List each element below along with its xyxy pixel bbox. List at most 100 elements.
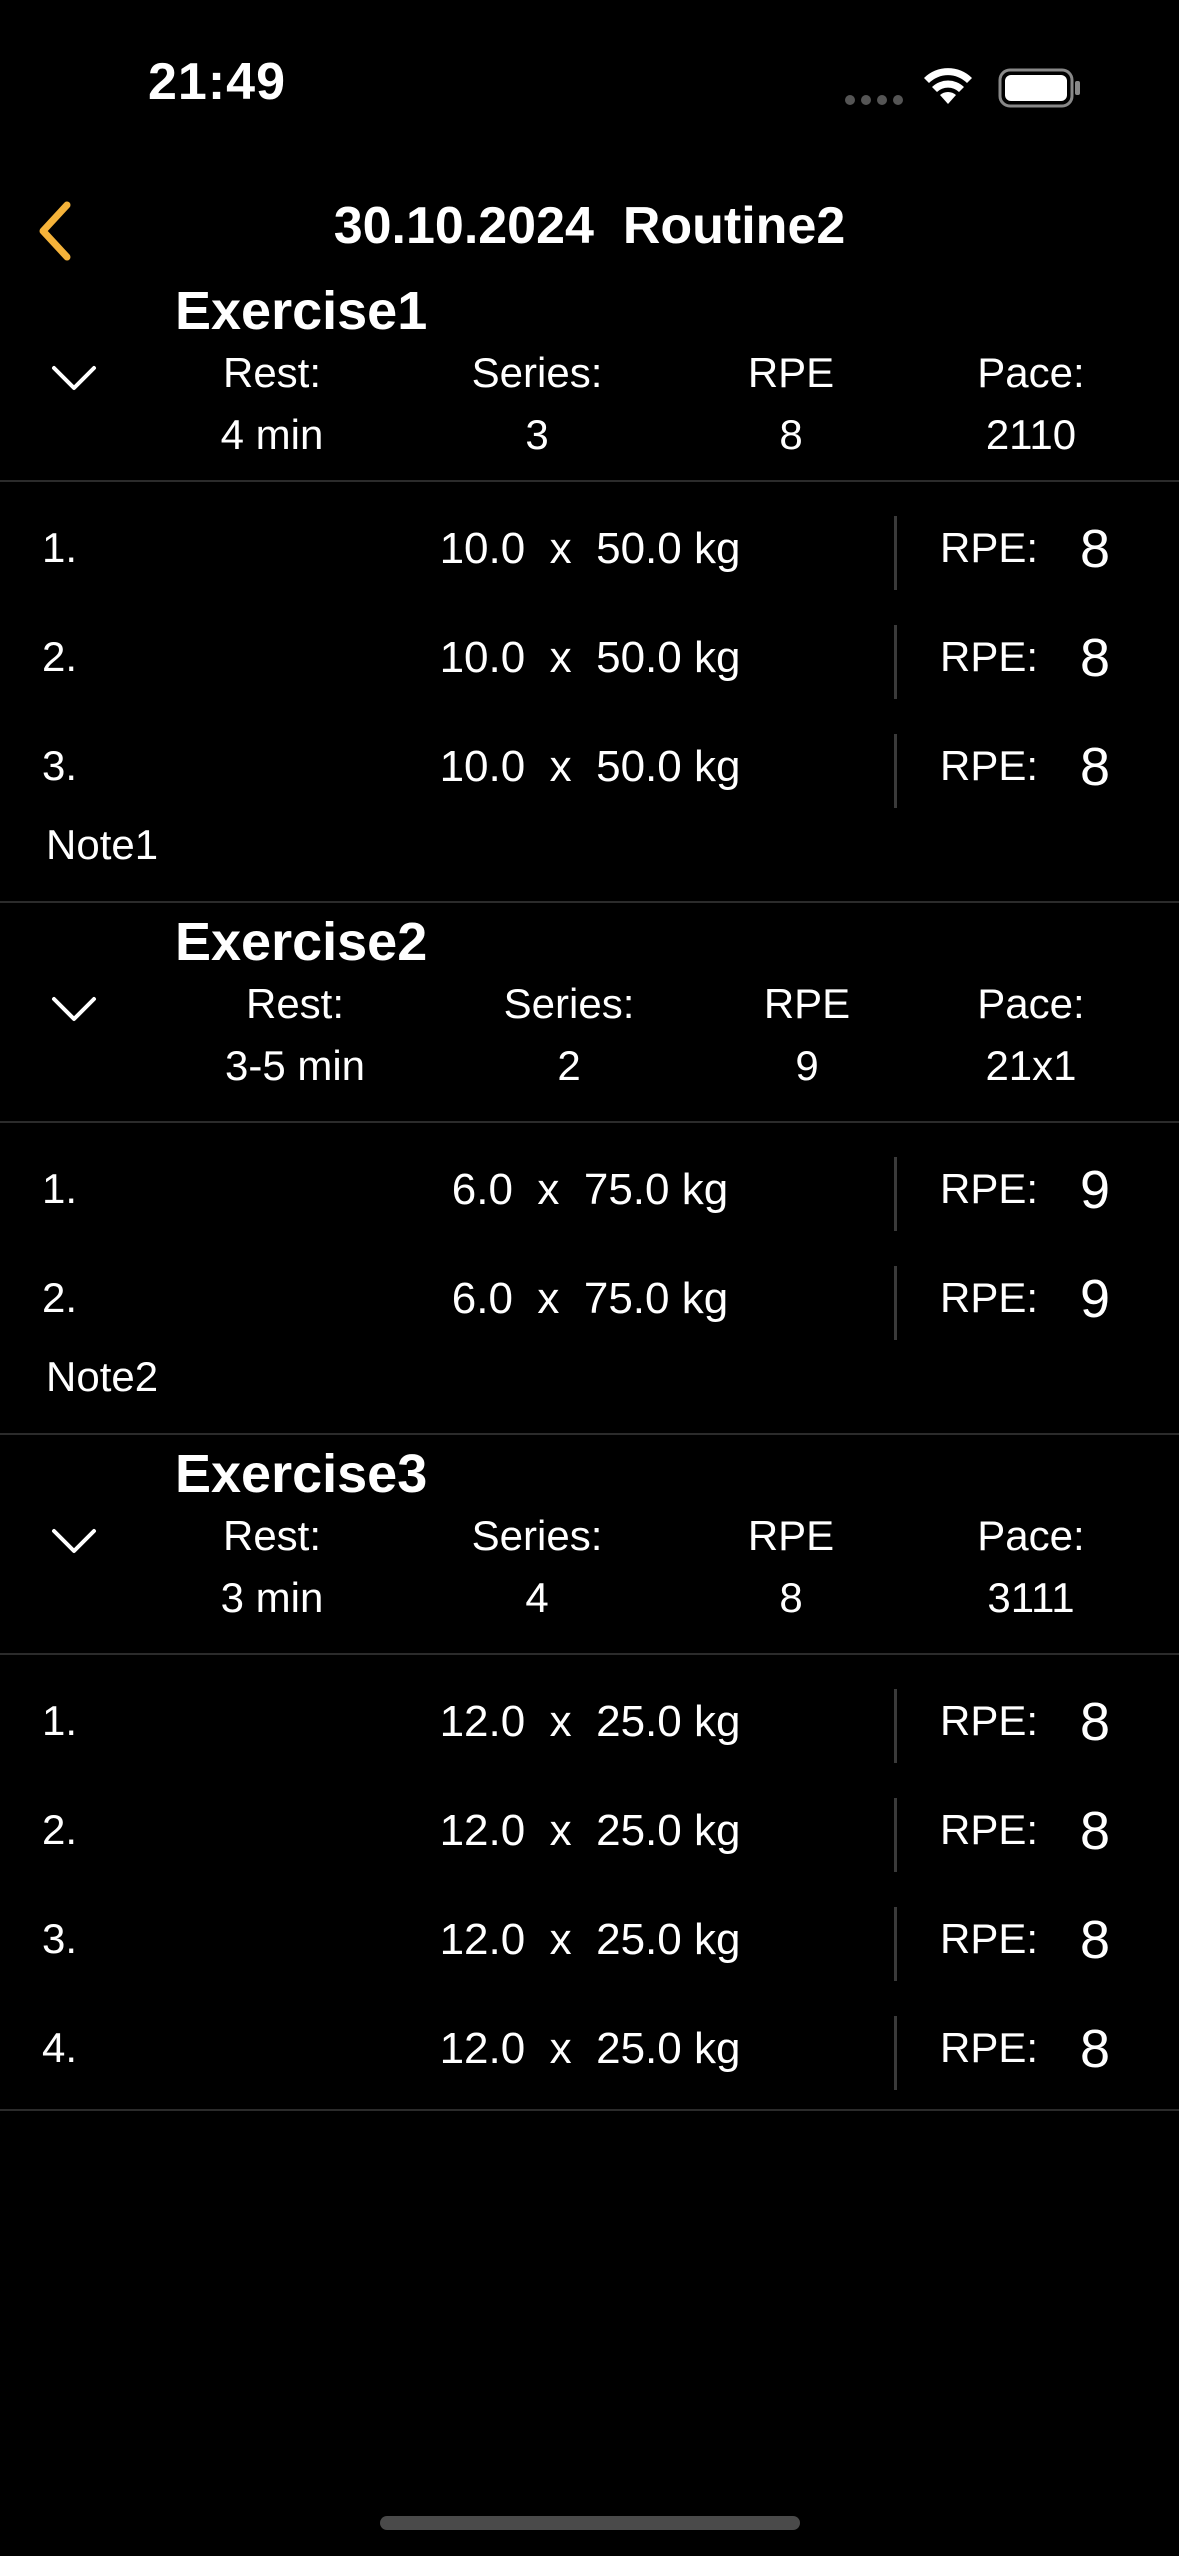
series-label: Series: <box>503 980 635 1027</box>
chevron-down-icon[interactable] <box>46 981 102 1037</box>
rest-label: Rest: <box>222 349 322 396</box>
rest-label: Rest: <box>222 1512 322 1559</box>
rpe-label: RPE <box>747 1512 835 1559</box>
navigation-bar: 30.10.2024 Routine2 <box>0 180 1179 280</box>
home-indicator[interactable] <box>380 2516 800 2530</box>
divider <box>894 1907 897 1981</box>
set-row[interactable]: 1. 12.0 x 25.0 kg RPE: 8 <box>0 1667 1179 1776</box>
set-list: 1. 6.0 x 75.0 kg RPE: 9 2. 6.0 x 75.0 kg… <box>0 1123 1179 1353</box>
exercise-header[interactable]: Exercise1 Rest: 4 min Series: 3 RPE 8 Pa… <box>0 280 1179 482</box>
rpe-value: 8 <box>779 411 803 458</box>
rpe-value: 9 <box>795 1042 819 1089</box>
pace-stat: Pace: 2110 <box>911 342 1151 466</box>
exercise-card: Exercise3 Rest: 3 min Series: 4 RPE 8 Pa… <box>0 1441 1179 2111</box>
series-stat: Series: 2 <box>449 973 689 1097</box>
series-label: Series: <box>471 349 603 396</box>
set-number: 2. <box>42 1806 78 1853</box>
note-text: Note2 <box>46 1353 159 1400</box>
set-rpe-label: RPE: <box>940 2024 1039 2071</box>
pace-label: Pace: <box>977 1512 1085 1559</box>
set-weight: 12.0 x 25.0 kg <box>439 1915 741 1964</box>
set-rpe-label: RPE: <box>940 633 1039 680</box>
series-stat: Series: 3 <box>417 342 657 466</box>
set-row[interactable]: 1. 10.0 x 50.0 kg RPE: 8 <box>0 494 1179 603</box>
pace-value: 2110 <box>985 411 1077 458</box>
rest-value: 3-5 min <box>224 1042 366 1089</box>
pace-value: 21x1 <box>985 1042 1077 1089</box>
divider <box>894 1157 897 1231</box>
exercise-header[interactable]: Exercise2 Rest: 3-5 min Series: 2 RPE 9 … <box>0 909 1179 1123</box>
rpe-label: RPE <box>747 349 835 396</box>
set-weight: 12.0 x 25.0 kg <box>439 1697 741 1746</box>
set-number: 1. <box>42 524 78 571</box>
chevron-down-icon[interactable] <box>46 350 102 406</box>
divider <box>894 1798 897 1872</box>
rest-stat: Rest: 3-5 min <box>175 973 415 1097</box>
set-rpe-label: RPE: <box>940 1274 1039 1321</box>
set-number: 2. <box>42 1274 78 1321</box>
series-label: Series: <box>471 1512 603 1559</box>
set-rpe-label: RPE: <box>940 1915 1039 1962</box>
exercise-name: Exercise1 <box>175 281 428 341</box>
exercise-list: Exercise1 Rest: 4 min Series: 3 RPE 8 Pa… <box>0 280 1179 2111</box>
rpe-label: RPE <box>763 980 851 1027</box>
divider <box>0 2109 1179 2111</box>
rest-stat: Rest: 3 min <box>152 1505 392 1629</box>
rest-stat: Rest: 4 min <box>152 342 392 466</box>
set-rpe-value: 9 <box>1080 1269 1111 1329</box>
series-value: 3 <box>525 411 549 458</box>
set-number: 1. <box>42 1165 78 1212</box>
set-row[interactable]: 1. 6.0 x 75.0 kg RPE: 9 <box>0 1135 1179 1244</box>
set-rpe-value: 9 <box>1080 1160 1111 1220</box>
rpe-stat: RPE 9 <box>687 973 927 1097</box>
exercise-card: Exercise2 Rest: 3-5 min Series: 2 RPE 9 … <box>0 909 1179 1435</box>
set-row[interactable]: 2. 10.0 x 50.0 kg RPE: 8 <box>0 603 1179 712</box>
exercise-card: Exercise1 Rest: 4 min Series: 3 RPE 8 Pa… <box>0 280 1179 903</box>
pace-label: Pace: <box>977 349 1085 396</box>
divider <box>894 516 897 590</box>
divider <box>894 1689 897 1763</box>
pace-value: 3111 <box>987 1574 1075 1621</box>
signal-dots-icon <box>845 95 903 105</box>
set-number: 3. <box>42 1915 78 1962</box>
set-row[interactable]: 3. 10.0 x 50.0 kg RPE: 8 <box>0 712 1179 821</box>
set-rpe-value: 8 <box>1080 2019 1111 2079</box>
pace-stat: Pace: 3111 <box>911 1505 1151 1629</box>
exercise-note: Note1 <box>0 821 1179 903</box>
battery-icon <box>998 68 1082 113</box>
set-number: 1. <box>42 1697 78 1744</box>
set-weight: 12.0 x 25.0 kg <box>439 1806 741 1855</box>
divider <box>894 2016 897 2090</box>
set-row[interactable]: 4. 12.0 x 25.0 kg RPE: 8 <box>0 1994 1179 2103</box>
status-time: 21:49 <box>148 53 286 111</box>
set-rpe-value: 8 <box>1080 1692 1111 1752</box>
rest-label: Rest: <box>245 980 345 1027</box>
status-bar: 21:49 <box>0 0 1179 150</box>
set-rpe-value: 8 <box>1080 1910 1111 1970</box>
set-row[interactable]: 2. 6.0 x 75.0 kg RPE: 9 <box>0 1244 1179 1353</box>
series-value: 4 <box>525 1574 549 1621</box>
set-weight: 6.0 x 75.0 kg <box>451 1165 729 1214</box>
note-text: Note1 <box>46 821 159 868</box>
series-stat: Series: 4 <box>417 1505 657 1629</box>
wifi-icon <box>922 66 974 111</box>
set-rpe-label: RPE: <box>940 1165 1039 1212</box>
set-row[interactable]: 2. 12.0 x 25.0 kg RPE: 8 <box>0 1776 1179 1885</box>
set-row[interactable]: 3. 12.0 x 25.0 kg RPE: 8 <box>0 1885 1179 1994</box>
set-list: 1. 10.0 x 50.0 kg RPE: 8 2. 10.0 x 50.0 … <box>0 482 1179 821</box>
set-rpe-label: RPE: <box>940 524 1039 571</box>
set-number: 3. <box>42 742 78 789</box>
exercise-note: Note2 <box>0 1353 1179 1435</box>
set-rpe-label: RPE: <box>940 742 1039 789</box>
set-weight: 10.0 x 50.0 kg <box>439 742 741 791</box>
set-list: 1. 12.0 x 25.0 kg RPE: 8 2. 12.0 x 25.0 … <box>0 1655 1179 2103</box>
pace-label: Pace: <box>977 980 1085 1027</box>
set-weight: 10.0 x 50.0 kg <box>439 524 741 573</box>
page-title: 30.10.2024 Routine2 <box>333 197 846 255</box>
pace-stat: Pace: 21x1 <box>911 973 1151 1097</box>
exercise-header[interactable]: Exercise3 Rest: 3 min Series: 4 RPE 8 Pa… <box>0 1441 1179 1655</box>
chevron-down-icon[interactable] <box>46 1513 102 1569</box>
rpe-stat: RPE 8 <box>671 342 911 466</box>
divider <box>894 625 897 699</box>
set-rpe-label: RPE: <box>940 1806 1039 1853</box>
